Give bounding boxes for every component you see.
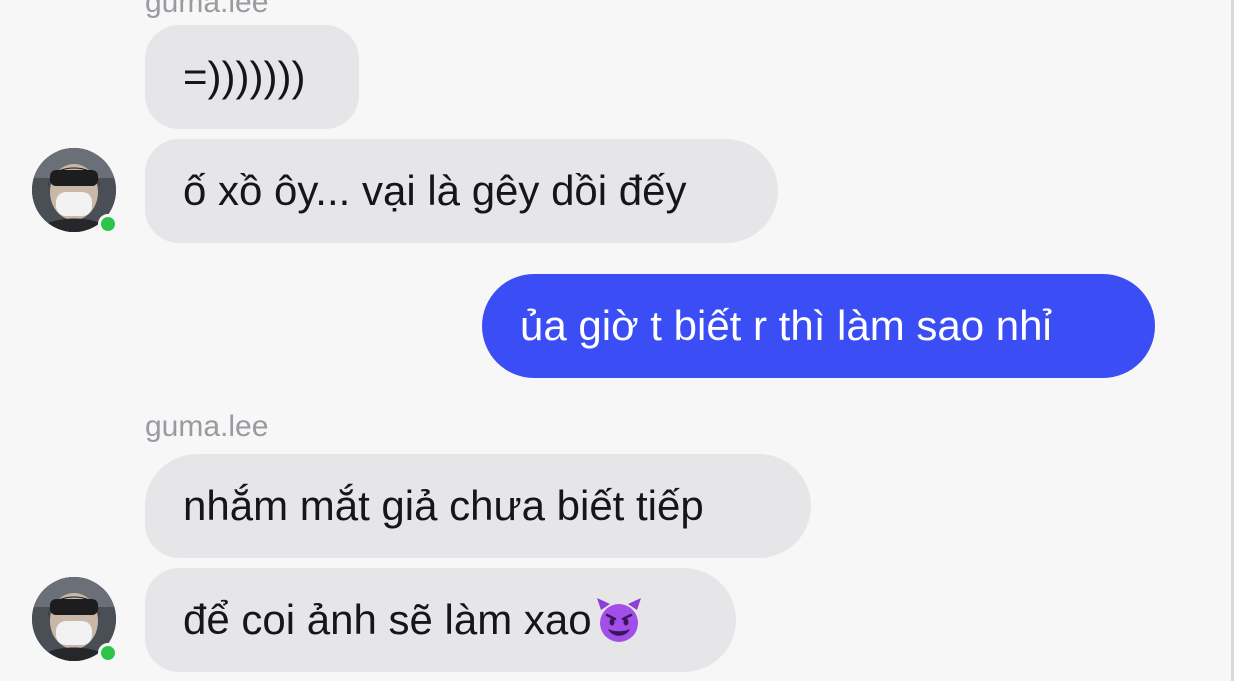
chat-thread[interactable]: guma.lee =))))))) ố xồ ôy... vại là gêy … [0, 0, 1234, 681]
sender-name: guma.lee [145, 0, 269, 19]
message-text: ủa giờ t biết r thì làm sao nhỉ [520, 302, 1052, 349]
message-bubble-incoming[interactable]: =))))))) [145, 25, 359, 129]
message-bubble-outgoing[interactable]: ủa giờ t biết r thì làm sao nhỉ [482, 274, 1155, 378]
online-status-dot [98, 643, 118, 663]
message-text: nhắm mắt giả chưa biết tiếp [183, 482, 704, 529]
sender-name: guma.lee [145, 410, 269, 443]
message-bubble-incoming[interactable]: nhắm mắt giả chưa biết tiếp [145, 454, 811, 558]
message-text: để coi ảnh sẽ làm xao [183, 596, 592, 643]
message-text: ố xồ ôy... vại là gêy dồi đếy [183, 167, 687, 214]
message-text: =))))))) [183, 53, 306, 100]
partner-avatar[interactable] [32, 148, 118, 234]
smiling-devil-emoji [594, 595, 644, 645]
online-status-dot [98, 214, 118, 234]
partner-avatar[interactable] [32, 577, 118, 663]
message-bubble-incoming[interactable]: để coi ảnh sẽ làm xao [145, 568, 736, 672]
message-bubble-incoming[interactable]: ố xồ ôy... vại là gêy dồi đếy [145, 139, 778, 243]
